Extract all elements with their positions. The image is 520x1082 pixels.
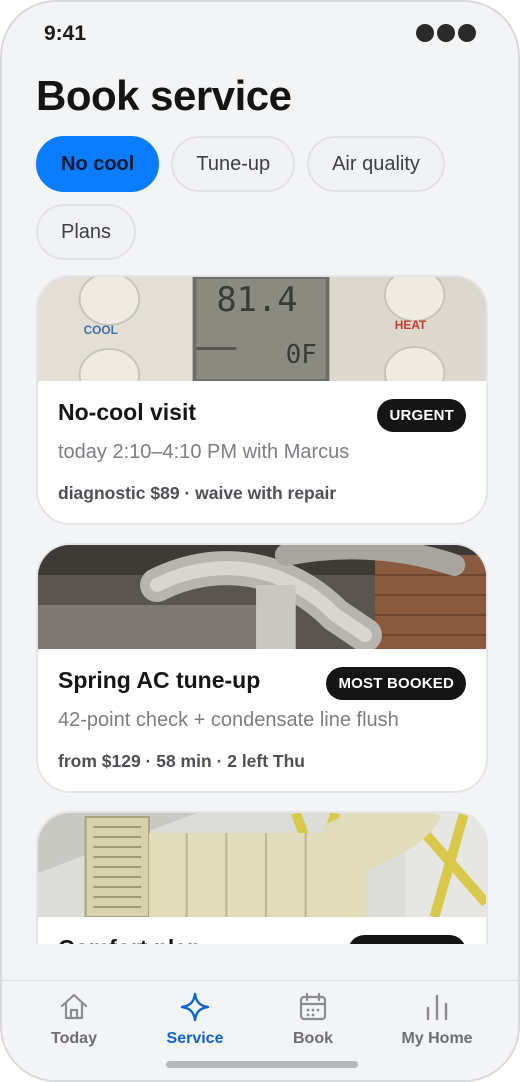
card-meta: from $129 · 58 min · 2 left Thu <box>58 751 305 771</box>
svg-text:HEAT: HEAT <box>395 318 427 332</box>
tab-today[interactable]: Today <box>19 991 129 1057</box>
chip-tune-up[interactable]: Tune-up <box>171 136 296 192</box>
tab-bar: Today Service Book My Home <box>2 980 518 1080</box>
filter-chips: No cool Tune-up Air quality Plans <box>36 136 488 260</box>
service-card-comfort-plan[interactable]: Comfort plan <box>36 811 488 944</box>
chip-plans[interactable]: Plans <box>36 204 137 260</box>
chip-no-cool[interactable]: No cool <box>36 136 160 192</box>
home-indicator[interactable] <box>166 1061 358 1068</box>
status-bar: 9:41 <box>2 2 518 66</box>
service-list[interactable]: COOL HEAT 81.4 0F No-cool visit URGENT t… <box>2 272 518 944</box>
calendar-icon <box>299 992 327 1021</box>
ductwork-image <box>38 545 486 649</box>
service-card-tune-up[interactable]: Spring AC tune-up MOST BOOKED 42-point c… <box>36 543 488 793</box>
tab-service[interactable]: Service <box>140 991 250 1057</box>
page-title: Book service <box>36 72 292 119</box>
chip-air-quality[interactable]: Air quality <box>307 136 445 192</box>
card-title: Comfort plan <box>58 935 201 944</box>
tab-my-home[interactable]: My Home <box>382 991 492 1057</box>
card-meta: diagnostic $89 · waive with repair <box>58 483 337 503</box>
bar-chart-icon <box>426 994 448 1021</box>
card-title: Spring AC tune-up <box>58 667 261 693</box>
svg-text:0F: 0F <box>286 340 317 370</box>
tab-book[interactable]: Book <box>258 991 368 1057</box>
urgent-badge: URGENT <box>377 399 466 432</box>
svg-text:COOL: COOL <box>84 323 118 337</box>
card-subtitle: today 2:10–4:10 PM with Marcus <box>58 441 350 463</box>
status-time: 9:41 <box>44 22 87 45</box>
phone-frame: 9:41 Book service No cool Tune-up Air qu… <box>0 0 520 1082</box>
card-badge <box>348 935 466 944</box>
air-handler-image <box>38 813 486 917</box>
sparkle-icon <box>180 992 210 1022</box>
more-dots-icon[interactable] <box>416 24 476 42</box>
home-icon <box>60 993 88 1020</box>
card-subtitle: 42-point check + condensate line flush <box>58 709 399 731</box>
thermostat-image: COOL HEAT 81.4 0F <box>38 277 486 381</box>
card-title: No-cool visit <box>58 399 197 425</box>
svg-text:81.4: 81.4 <box>216 280 297 319</box>
service-card-no-cool[interactable]: COOL HEAT 81.4 0F No-cool visit URGENT t… <box>36 275 488 525</box>
most-booked-badge: MOST BOOKED <box>326 667 466 700</box>
